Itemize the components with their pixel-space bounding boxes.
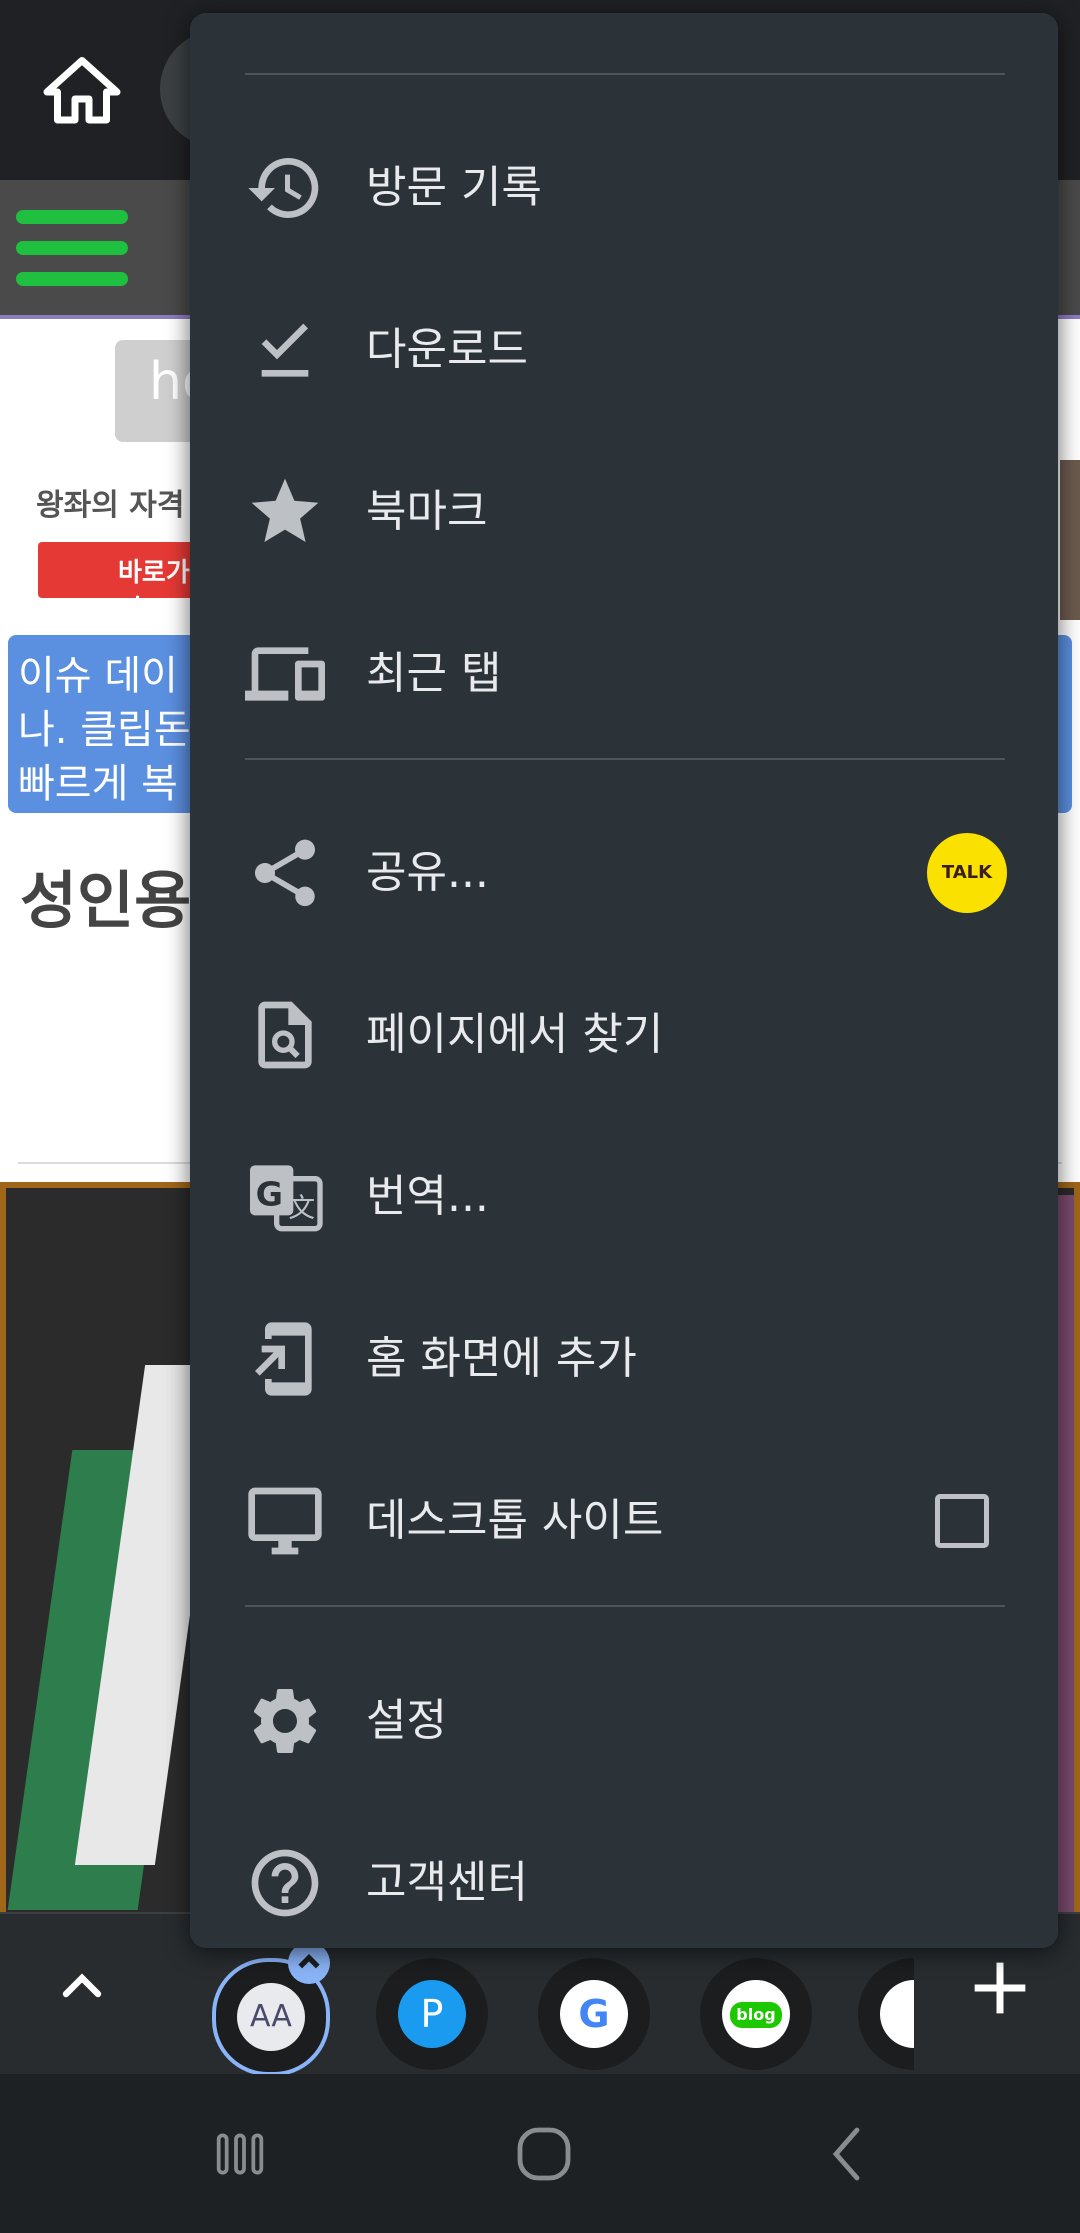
menu-item-help[interactable]: 고객센터 — [190, 1808, 1058, 1958]
ad-image — [1060, 460, 1080, 620]
tab-item[interactable]: blog — [700, 1958, 812, 2070]
translate-icon: G文 — [245, 1157, 325, 1237]
tab-favicon: blog — [722, 1980, 790, 2048]
menu-item-recent-tabs[interactable]: 최근 탭 — [190, 599, 1058, 749]
menu-item-add-to-home[interactable]: 홈 화면에 추가 — [190, 1284, 1058, 1434]
desktop-site-checkbox[interactable] — [935, 1494, 989, 1548]
menu-item-label: 북마크 — [366, 486, 488, 537]
menu-item-label: 홈 화면에 추가 — [366, 1333, 637, 1384]
menu-item-label: 페이지에서 찾기 — [366, 1009, 664, 1060]
back-icon[interactable] — [812, 2118, 884, 2190]
menu-item-label: 고객센터 — [366, 1857, 528, 1908]
menu-divider — [245, 1605, 1005, 1607]
tab-favicon: P — [398, 1980, 466, 2048]
menu-item-translate[interactable]: G文 번역... — [190, 1122, 1058, 1272]
notice-line: 빠르게 복 — [18, 761, 178, 807]
menu-item-label: 방문 기록 — [366, 162, 542, 213]
menu-item-label: 다운로드 — [366, 324, 528, 375]
system-nav-bar — [0, 2074, 1080, 2233]
notice-line: 나. 클립돈 — [18, 707, 191, 753]
menu-item-desktop-site[interactable]: 데스크톱 사이트 — [190, 1446, 1058, 1596]
svg-text:文: 文 — [288, 1193, 315, 1224]
menu-item-label: 최근 탭 — [366, 648, 502, 699]
svg-text:G: G — [256, 1174, 283, 1213]
star-icon — [245, 472, 325, 552]
menu-divider — [245, 73, 1005, 75]
menu-item-downloads[interactable]: 다운로드 — [190, 275, 1058, 425]
tab-active[interactable]: AA — [212, 1942, 330, 2076]
menu-item-bookmarks[interactable]: 북마크 — [190, 437, 1058, 587]
chevron-up-icon[interactable] — [50, 1954, 114, 2018]
tab-favicon-label: G — [578, 1992, 610, 2036]
menu-item-label: 번역... — [366, 1171, 489, 1222]
menu-bar — [16, 272, 128, 286]
tab-favicon-label: AA — [250, 1999, 292, 2034]
help-icon — [245, 1843, 325, 1923]
home-nav-icon[interactable] — [508, 2118, 580, 2190]
ad-button-label: 바로가기 — [118, 558, 190, 625]
history-icon — [245, 148, 325, 228]
menu-item-label: 공유... — [366, 847, 489, 898]
gear-icon — [245, 1681, 325, 1761]
menu-item-history[interactable]: 방문 기록 — [190, 113, 1058, 263]
menu-divider — [245, 758, 1005, 760]
overflow-menu: 방문 기록 다운로드 북마크 최근 탭 공유... TALK 페이지에서 찾기 — [190, 13, 1058, 1948]
share-icon — [245, 833, 325, 913]
menu-item-label: 데스크톱 사이트 — [366, 1495, 664, 1546]
home-icon[interactable] — [40, 50, 124, 134]
menu-item-share[interactable]: 공유... TALK — [190, 798, 1058, 948]
menu-item-settings[interactable]: 설정 — [190, 1646, 1058, 1796]
notice-line: 이슈 데이 — [18, 653, 178, 699]
menu-item-label: 설정 — [366, 1695, 447, 1746]
find-in-page-icon — [245, 995, 325, 1075]
devices-icon — [245, 634, 325, 714]
desktop-icon — [245, 1481, 325, 1561]
recent-apps-icon[interactable] — [208, 2122, 272, 2186]
tab-item[interactable]: G — [538, 1958, 650, 2070]
article-title: 성인용 — [20, 864, 192, 937]
add-to-home-screen-icon — [245, 1319, 325, 1399]
menu-bar — [16, 210, 128, 224]
tab-favicon: G — [560, 1980, 628, 2048]
download-done-icon — [245, 310, 325, 390]
ad-button[interactable]: 바로가기 — [38, 542, 198, 625]
ad-text: 왕좌의 자격 — [36, 488, 185, 523]
tab-favicon: AA — [237, 1983, 305, 2051]
kakaotalk-share-icon[interactable]: TALK — [927, 833, 1007, 913]
tab-favicon-label: blog — [730, 2002, 782, 2028]
menu-item-find-in-page[interactable]: 페이지에서 찾기 — [190, 960, 1058, 1110]
tab-item[interactable]: P — [376, 1958, 488, 2070]
kakaotalk-badge-label: TALK — [941, 862, 993, 883]
tab-favicon-label: P — [420, 1992, 444, 2036]
tab-favicon — [880, 1980, 914, 2048]
menu-bar — [16, 241, 128, 255]
new-tab-icon[interactable] — [962, 1950, 1038, 2026]
